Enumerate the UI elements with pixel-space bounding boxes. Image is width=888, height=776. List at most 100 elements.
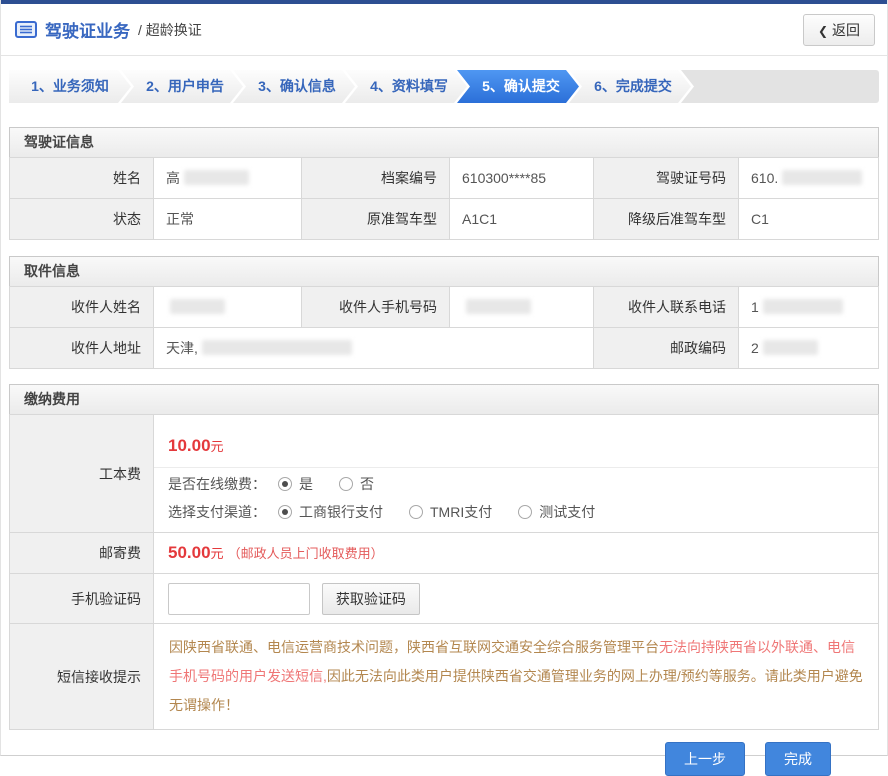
online-payment-question: 是否在线缴费： bbox=[168, 474, 266, 494]
radio-unselected-icon bbox=[409, 505, 423, 519]
radio-selected-icon bbox=[278, 477, 292, 491]
step-bar-tail bbox=[681, 70, 879, 103]
status-label: 状态 bbox=[10, 199, 154, 240]
table-row: 姓名 高 档案编号 610300****85 驾驶证号码 610. bbox=[10, 158, 879, 199]
production-fee-amount: 10.00 bbox=[168, 436, 211, 455]
radio-label: 是 bbox=[299, 474, 313, 494]
breadcrumb-current: / 超龄换证 bbox=[138, 20, 202, 40]
table-row: 邮寄费 50.00元 （邮政人员上门收取费用） bbox=[10, 533, 879, 574]
radio-channel-icbc[interactable]: 工商银行支付 bbox=[278, 502, 383, 522]
production-fee-label: 工本费 bbox=[10, 415, 154, 533]
file-number-value: 610300****85 bbox=[450, 158, 594, 199]
radio-online-no[interactable]: 否 bbox=[339, 474, 374, 494]
radio-unselected-icon bbox=[339, 477, 353, 491]
page-title: 驾驶证业务 bbox=[45, 17, 130, 42]
page-header: 驾驶证业务 / 超龄换证 ❮ 返回 bbox=[1, 4, 887, 56]
mail-fee-note: （邮政人员上门收取费用） bbox=[228, 546, 384, 561]
step-6-complete-submit: 6、完成提交 bbox=[569, 70, 691, 103]
recipient-address-value: 天津, bbox=[154, 328, 594, 369]
downgraded-vehicle-type-value: C1 bbox=[739, 199, 879, 240]
recipient-mobile-value bbox=[450, 287, 594, 328]
footer-actions: 上一步 完成 bbox=[1, 742, 831, 776]
payment-section: 缴纳费用 工本费 10.00元 是否在线缴费： 是 否 选择支付渠道： 工 bbox=[9, 384, 879, 730]
step-label: 6、完成提交 bbox=[594, 78, 672, 94]
step-label: 5、确认提交 bbox=[482, 78, 560, 94]
step-wizard: 1、业务须知 2、用户申告 3、确认信息 4、资料填写 5、确认提交 6、完成提… bbox=[9, 70, 879, 103]
table-row: 状态 正常 原准驾车型 A1C1 降级后准驾车型 C1 bbox=[10, 199, 879, 240]
recipient-name-value bbox=[154, 287, 302, 328]
mail-fee-label: 邮寄费 bbox=[10, 533, 154, 574]
online-payment-question-row: 是否在线缴费： 是 否 bbox=[154, 468, 878, 496]
step-label: 4、资料填写 bbox=[370, 78, 448, 94]
sms-code-input[interactable] bbox=[168, 583, 310, 615]
redacted-value bbox=[782, 170, 862, 185]
license-info-table: 姓名 高 档案编号 610300****85 驾驶证号码 610. 状态 正常 … bbox=[9, 157, 879, 240]
production-fee-unit: 元 bbox=[211, 439, 224, 454]
redacted-value bbox=[184, 170, 249, 185]
redacted-value bbox=[763, 340, 818, 355]
postal-code-value: 2 bbox=[739, 328, 879, 369]
pickup-info-section: 取件信息 收件人姓名 收件人手机号码 收件人联系电话 1 收件人地址 天津, 邮… bbox=[9, 256, 879, 369]
step-label: 2、用户申告 bbox=[146, 78, 224, 94]
radio-channel-tmri[interactable]: TMRI支付 bbox=[409, 502, 492, 522]
step-label: 3、确认信息 bbox=[258, 78, 336, 94]
mail-fee-unit: 元 bbox=[211, 546, 224, 561]
production-fee-content: 10.00元 是否在线缴费： 是 否 选择支付渠道： 工商银行支付 TMRI支付… bbox=[154, 415, 879, 533]
license-number-label: 驾驶证号码 bbox=[594, 158, 739, 199]
status-value: 正常 bbox=[154, 199, 302, 240]
radio-label: 否 bbox=[360, 474, 374, 494]
sms-notice-text: 因陕西省联通、电信运营商技术问题，陕西省互联网交通安全综合服务管理平台无法向持陕… bbox=[154, 624, 879, 730]
payment-channel-question: 选择支付渠道： bbox=[168, 502, 266, 522]
recipient-mobile-label: 收件人手机号码 bbox=[302, 287, 450, 328]
radio-selected-icon bbox=[278, 505, 292, 519]
recipient-address-label: 收件人地址 bbox=[10, 328, 154, 369]
notice-text-part1: 因陕西省联通、电信运营商技术问题，陕西省互联网交通安全综合服务管理平台 bbox=[169, 639, 659, 655]
list-icon bbox=[15, 21, 37, 38]
finish-button[interactable]: 完成 bbox=[765, 742, 831, 776]
mail-fee-amount: 50.00 bbox=[168, 543, 211, 562]
table-row: 收件人地址 天津, 邮政编码 2 bbox=[10, 328, 879, 369]
step-1-business-notes: 1、业务须知 bbox=[9, 70, 131, 103]
step-2-user-declaration: 2、用户申告 bbox=[121, 70, 243, 103]
production-fee-amount-line: 10.00元 bbox=[154, 423, 878, 468]
radio-channel-test[interactable]: 测试支付 bbox=[518, 502, 595, 522]
step-label: 1、业务须知 bbox=[31, 78, 109, 94]
payment-channel-row: 选择支付渠道： 工商银行支付 TMRI支付 测试支付 bbox=[154, 496, 878, 524]
license-info-section: 驾驶证信息 姓名 高 档案编号 610300****85 驾驶证号码 610. … bbox=[9, 127, 879, 240]
radio-unselected-icon bbox=[518, 505, 532, 519]
sms-notice-label: 短信接收提示 bbox=[10, 624, 154, 730]
step-4-fill-data: 4、资料填写 bbox=[345, 70, 467, 103]
postal-code-label: 邮政编码 bbox=[594, 328, 739, 369]
sms-code-label: 手机验证码 bbox=[10, 574, 154, 624]
file-number-label: 档案编号 bbox=[302, 158, 450, 199]
redacted-value bbox=[763, 299, 843, 314]
redacted-value bbox=[202, 340, 352, 355]
redacted-value bbox=[170, 299, 225, 314]
recipient-phone-label: 收件人联系电话 bbox=[594, 287, 739, 328]
page: 驾驶证业务 / 超龄换证 ❮ 返回 1、业务须知 2、用户申告 3、确认信息 4、… bbox=[0, 0, 888, 756]
original-vehicle-type-value: A1C1 bbox=[450, 199, 594, 240]
step-3-confirm-info: 3、确认信息 bbox=[233, 70, 355, 103]
table-row: 手机验证码 获取验证码 bbox=[10, 574, 879, 624]
get-sms-code-button[interactable]: 获取验证码 bbox=[322, 583, 420, 615]
radio-label: 工商银行支付 bbox=[299, 502, 383, 522]
back-button-label: 返回 bbox=[832, 22, 860, 38]
back-arrow-icon: ❮ bbox=[818, 24, 828, 38]
pickup-info-table: 收件人姓名 收件人手机号码 收件人联系电话 1 收件人地址 天津, 邮政编码 2 bbox=[9, 286, 879, 369]
original-vehicle-type-label: 原准驾车型 bbox=[302, 199, 450, 240]
downgraded-vehicle-type-label: 降级后准驾车型 bbox=[594, 199, 739, 240]
back-button[interactable]: ❮ 返回 bbox=[803, 14, 875, 46]
name-label: 姓名 bbox=[10, 158, 154, 199]
previous-step-button[interactable]: 上一步 bbox=[665, 742, 745, 776]
radio-online-yes[interactable]: 是 bbox=[278, 474, 313, 494]
payment-table: 工本费 10.00元 是否在线缴费： 是 否 选择支付渠道： 工商银行支付 TM… bbox=[9, 414, 879, 730]
mail-fee-content: 50.00元 （邮政人员上门收取费用） bbox=[154, 533, 879, 574]
table-row: 工本费 10.00元 是否在线缴费： 是 否 选择支付渠道： 工商银行支付 TM… bbox=[10, 415, 879, 533]
redacted-value bbox=[466, 299, 531, 314]
payment-section-title: 缴纳费用 bbox=[9, 384, 879, 414]
pickup-section-title: 取件信息 bbox=[9, 256, 879, 286]
name-value: 高 bbox=[154, 158, 302, 199]
radio-label: TMRI支付 bbox=[430, 502, 492, 522]
license-section-title: 驾驶证信息 bbox=[9, 127, 879, 157]
sms-code-content: 获取验证码 bbox=[154, 574, 879, 624]
